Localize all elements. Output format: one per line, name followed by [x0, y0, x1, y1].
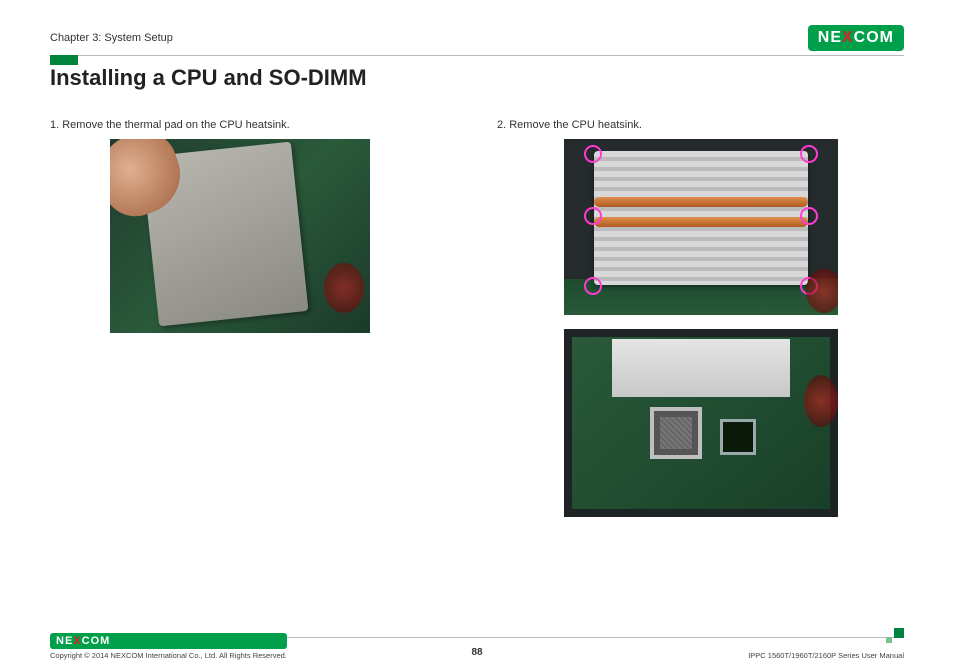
- heatpipe-illustration: [594, 217, 808, 227]
- screw-marker-icon: [584, 207, 602, 225]
- header-bar: Chapter 3: System Setup NEXCOM: [50, 25, 904, 51]
- figure-step-2a: [564, 139, 838, 315]
- screw-marker-icon: [800, 145, 818, 163]
- brand-logo-box: NEXCOM: [808, 25, 904, 51]
- screw-marker-icon: [584, 145, 602, 163]
- cable-illustration: [806, 269, 838, 313]
- heatpipe-illustration: [594, 197, 808, 207]
- column-right: 2. Remove the CPU heatsink.: [497, 119, 904, 531]
- screw-marker-icon: [800, 207, 818, 225]
- chipset-illustration: [720, 419, 756, 455]
- footer-brand-text: NEXCOM: [56, 635, 110, 647]
- metal-plate-illustration: [612, 339, 790, 397]
- figure-step-2b: [564, 329, 838, 517]
- cable-illustration: [804, 375, 838, 427]
- chapter-label: Chapter 3: System Setup: [50, 32, 173, 44]
- figure-step-1: [110, 139, 370, 333]
- page-number: 88: [0, 647, 954, 658]
- brand-logo: NEXCOM: [808, 25, 904, 51]
- cable-illustration: [324, 263, 364, 313]
- brand-logo-text: NEXCOM: [818, 29, 894, 47]
- page-title: Installing a CPU and SO-DIMM: [50, 65, 904, 91]
- cpu-socket-illustration: [650, 407, 702, 459]
- column-left: 1. Remove the thermal pad on the CPU hea…: [50, 119, 457, 531]
- screw-marker-icon: [584, 277, 602, 295]
- step-1-text: 1. Remove the thermal pad on the CPU hea…: [50, 119, 457, 131]
- header-rule: [50, 55, 904, 56]
- content-columns: 1. Remove the thermal pad on the CPU hea…: [50, 119, 904, 531]
- step-2-text: 2. Remove the CPU heatsink.: [497, 119, 904, 131]
- page: Chapter 3: System Setup NEXCOM Installin…: [0, 0, 954, 672]
- header-accent: [50, 55, 78, 65]
